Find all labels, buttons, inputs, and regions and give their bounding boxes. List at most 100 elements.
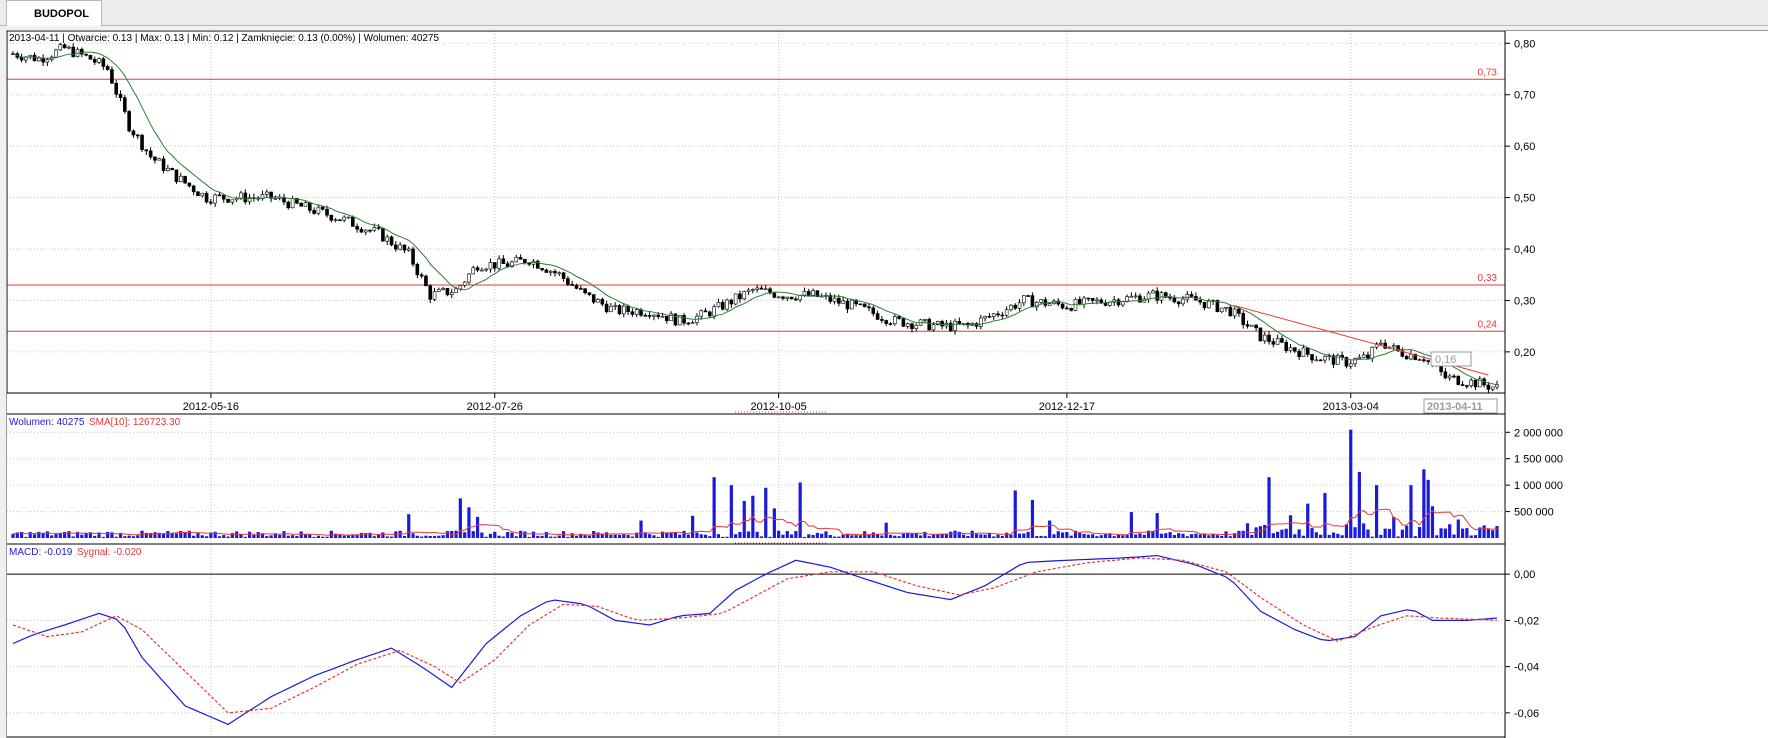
candle-body — [1297, 350, 1301, 357]
candle-body — [196, 191, 200, 197]
candle-body — [875, 313, 880, 320]
volume-label: Wolumen: 40275 — [9, 417, 85, 428]
volume-bar — [557, 535, 561, 538]
candle-body — [88, 54, 93, 60]
candle-body — [755, 287, 759, 290]
candle-body — [712, 306, 716, 317]
volume-bar — [80, 534, 84, 538]
volume-bar — [1413, 536, 1417, 538]
candle-body — [299, 202, 303, 207]
volume-bar — [1405, 525, 1409, 538]
tab-budopol[interactable]: BUDOPOL — [6, 0, 102, 26]
date-x-axis: 2012-05-16 2012-07-26 2012-10-05 2012-12-17… — [183, 393, 1379, 413]
volume-bar — [50, 535, 54, 538]
candle-body — [858, 303, 863, 306]
candle-body — [591, 294, 596, 303]
candle-body — [114, 82, 119, 95]
candlesticks — [11, 42, 1499, 394]
candle-body — [867, 306, 871, 309]
volume-bar — [1254, 527, 1258, 538]
candle-body — [1370, 346, 1375, 359]
volume-bar — [1065, 531, 1069, 538]
volume-bar — [1379, 534, 1383, 538]
candle-body — [1224, 306, 1228, 309]
volume-bar — [514, 536, 518, 538]
volume-bar — [265, 536, 269, 538]
price-info-line: 2013-04-11 | Otwarcie: 0.13 | Max: 0.13 … — [9, 33, 439, 44]
price-tick-label: 0,50 — [1514, 193, 1535, 205]
volume-bar — [308, 534, 312, 538]
volume-bar — [1370, 536, 1374, 538]
volume-bar — [1086, 534, 1090, 538]
volume-bar — [506, 532, 510, 538]
volume-bar — [901, 533, 905, 538]
volume-bar — [1039, 535, 1043, 538]
volume-bar — [381, 532, 385, 538]
candle-body — [979, 317, 983, 327]
candle-body — [566, 278, 570, 285]
volume-bar — [957, 531, 961, 538]
volume-bar — [570, 533, 574, 538]
candle-body — [1181, 298, 1185, 305]
volume-bar — [1336, 533, 1340, 538]
candle-body — [191, 185, 196, 193]
candle-body — [781, 296, 785, 299]
candle-body — [802, 291, 807, 296]
candle-body — [983, 315, 987, 319]
candle-body — [892, 316, 897, 325]
volume-bar — [166, 531, 170, 538]
volume-bar — [1241, 530, 1245, 538]
candle-body — [1232, 308, 1237, 317]
volume-bar — [346, 535, 351, 538]
volume-bar — [338, 534, 342, 538]
volume-bar — [67, 531, 71, 538]
volume-bar — [217, 536, 222, 538]
volume-bar — [407, 514, 411, 538]
candle-body — [187, 182, 192, 187]
candle-body — [424, 275, 428, 287]
volume-bar — [230, 533, 234, 538]
candle-body — [1271, 341, 1276, 345]
candle-body — [497, 258, 501, 269]
candle-body — [1228, 306, 1233, 317]
chart-canvas[interactable]: 0,73 0,33 0,24 0,80 0,70 0,60 0,50 0,40 0,30 0,2… — [6, 30, 1768, 738]
volume-bar — [540, 535, 544, 538]
volume-bar — [377, 534, 381, 538]
candle-body — [738, 293, 742, 300]
volume-bar — [1082, 533, 1086, 538]
candle-body — [716, 302, 721, 308]
volume-bar — [174, 533, 179, 538]
volume-bar — [893, 535, 897, 538]
volume-bar — [828, 534, 832, 538]
candle-body — [1409, 353, 1413, 360]
volume-bar — [1392, 516, 1396, 538]
volume-bar — [428, 535, 432, 538]
candle-body — [527, 262, 531, 265]
volume-bar — [544, 531, 548, 538]
volume-bar — [721, 536, 725, 538]
candle-body — [673, 313, 678, 326]
volume-bar — [54, 534, 58, 538]
volume-bar — [811, 534, 815, 538]
candle-body — [940, 321, 944, 327]
candle-body — [1473, 379, 1478, 388]
stock-chart-svg[interactable]: 0,73 0,33 0,24 0,80 0,70 0,60 0,50 0,40 0,30 0,2… — [7, 31, 1768, 738]
volume-bar — [1005, 532, 1009, 538]
volume-bar — [213, 531, 217, 538]
candle-body — [105, 66, 110, 70]
candle-body — [1417, 359, 1422, 361]
candle-body — [389, 236, 394, 246]
volume-bar — [583, 535, 587, 538]
price-tick-label: 0,80 — [1514, 38, 1535, 50]
candle-body — [368, 229, 372, 232]
volume-bar — [1060, 532, 1065, 538]
volume-bar — [286, 535, 290, 538]
candle-body — [514, 256, 519, 263]
candle-body — [1060, 303, 1065, 309]
candle-body — [338, 219, 342, 221]
candle-body — [905, 323, 910, 327]
candle-body — [1447, 375, 1452, 379]
candle-body — [325, 208, 329, 216]
volume-bar — [471, 531, 475, 538]
volume-bar — [445, 531, 450, 538]
